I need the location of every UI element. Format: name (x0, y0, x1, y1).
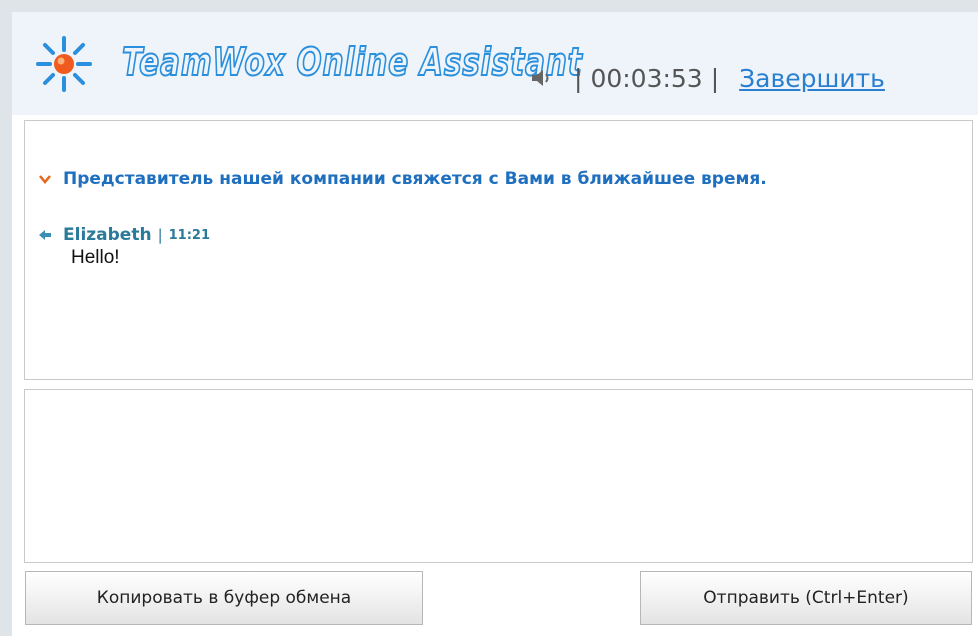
call-controls: | 00:03:53 | Завершить (530, 60, 885, 96)
controls-separator: | (710, 63, 720, 93)
message-input-area (24, 389, 973, 563)
header-bar: TeamWox Online Assistant | 00:03:53 | За… (12, 12, 978, 115)
chat-message: Elizabeth | 11:21 Hello! (39, 225, 210, 269)
arrow-left-icon (39, 230, 51, 240)
logo-text: TeamWox Online Assistant (121, 39, 583, 85)
chevron-down-icon (39, 175, 51, 184)
logo: TeamWox Online Assistant (34, 34, 583, 94)
speaker-icon[interactable] (530, 68, 552, 88)
chat-window: TeamWox Online Assistant | 00:03:53 | За… (12, 12, 978, 636)
message-history[interactable]: Представитель нашей компании свяжется с … (24, 120, 973, 380)
message-separator: | (157, 226, 163, 244)
message-header: Elizabeth | 11:21 (39, 225, 210, 245)
copy-to-clipboard-button[interactable]: Копировать в буфер обмена (25, 571, 423, 625)
message-time: 11:21 (168, 227, 211, 243)
sun-spark-icon (36, 36, 92, 92)
system-message-text: Представитель нашей компании свяжется с … (63, 169, 767, 189)
finish-link[interactable]: Завершить (739, 64, 885, 93)
call-timer: 00:03:53 (590, 63, 703, 93)
message-text: Hello! (71, 247, 120, 268)
message-author: Elizabeth (63, 225, 152, 245)
message-input[interactable] (25, 390, 972, 562)
system-message: Представитель нашей компании свяжется с … (39, 169, 767, 189)
send-button[interactable]: Отправить (Ctrl+Enter) (640, 571, 972, 625)
controls-separator: | (574, 63, 583, 93)
